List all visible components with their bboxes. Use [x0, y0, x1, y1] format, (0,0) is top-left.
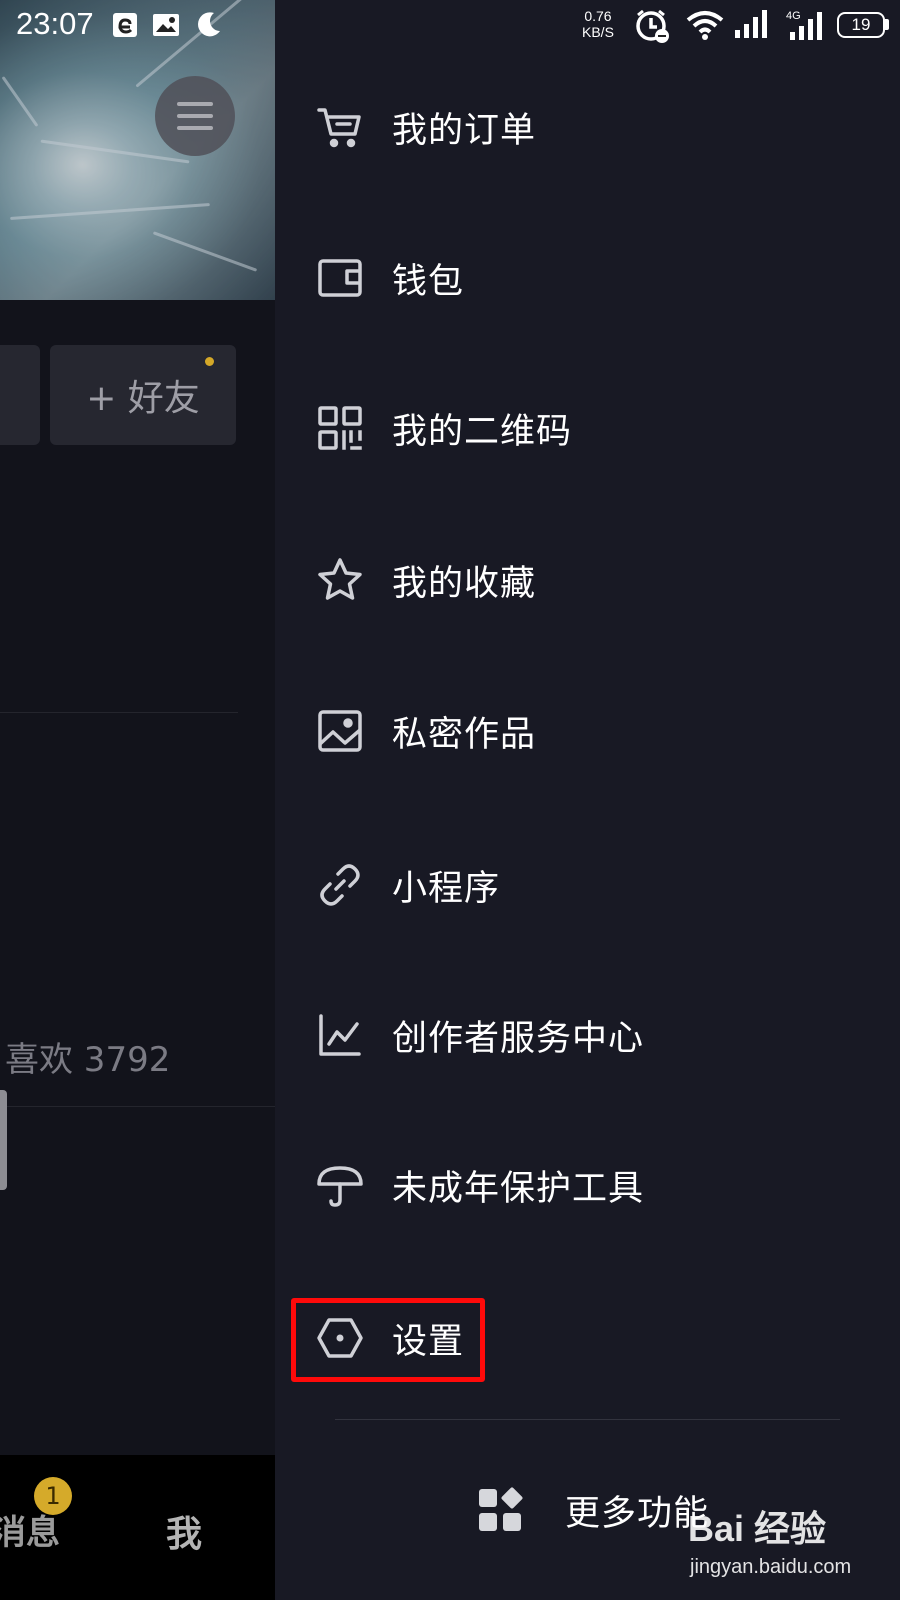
- side-drawer-menu: 我的订单 钱包 我的二维码 我的收藏 私密作品 小程序 创作者服务中心 未成年保…: [275, 0, 900, 1600]
- messages-badge: 1: [34, 1477, 72, 1515]
- divider: [0, 1106, 275, 1107]
- line-chart-icon: [315, 1010, 365, 1060]
- menu-button[interactable]: [155, 76, 235, 156]
- status-time: 23:07: [16, 6, 94, 41]
- battery-tip: [885, 19, 889, 30]
- menu-item-label: 私密作品: [392, 714, 537, 755]
- menu-item-label: 未成年保护工具: [392, 1168, 645, 1209]
- svg-text:4G: 4G: [786, 10, 801, 22]
- more-features-button[interactable]: 更多功能: [475, 1470, 709, 1550]
- moon-icon: [198, 12, 220, 37]
- wallet-icon: [315, 253, 365, 303]
- signal-4g-icon: 4G: [786, 10, 822, 40]
- star-icon: [315, 555, 365, 605]
- notification-dot: [205, 357, 214, 366]
- menu-item-creator-center[interactable]: 创作者服务中心: [315, 985, 855, 1085]
- menu-item-label: 我的二维码: [392, 411, 573, 452]
- umbrella-icon: [315, 1160, 365, 1210]
- private-image-icon: [315, 706, 365, 756]
- settings-highlight-box: [291, 1298, 485, 1382]
- shopping-cart-icon: [315, 102, 365, 152]
- edit-profile-button[interactable]: [0, 345, 40, 445]
- signal-icon: [735, 10, 767, 38]
- menu-item-minor-protection[interactable]: 未成年保护工具: [315, 1135, 855, 1235]
- photo-notification-icon: [153, 14, 179, 36]
- network-speed: 0.76 KB/S: [582, 8, 614, 40]
- menu-item-mini-programs[interactable]: 小程序: [315, 835, 855, 935]
- menu-item-label: 钱包: [392, 261, 465, 302]
- menu-item-label: 我的订单: [392, 110, 537, 151]
- profile-page-background: + 好友 喜欢 3792 消息 1 我: [0, 0, 275, 1600]
- qr-code-icon: [315, 403, 365, 453]
- alarm-icon: [636, 9, 669, 43]
- menu-item-orders[interactable]: 我的订单: [315, 77, 855, 177]
- likes-tab[interactable]: 喜欢 3792: [5, 1032, 170, 1081]
- add-friend-button[interactable]: + 好友: [50, 345, 236, 445]
- add-friend-label: + 好友: [86, 378, 200, 419]
- battery-level: 19: [851, 15, 871, 34]
- menu-item-wallet[interactable]: 钱包: [315, 228, 855, 328]
- e-app-icon: [113, 13, 137, 37]
- divider: [0, 712, 238, 713]
- apps-grid-icon: [475, 1485, 525, 1535]
- watermark-url: jingyan.baidu.com: [690, 1556, 852, 1578]
- menu-item-label: 我的收藏: [392, 563, 537, 604]
- menu-item-label: 小程序: [392, 868, 501, 909]
- watermark-logo: Bai 经验: [688, 1508, 827, 1549]
- wifi-icon: [686, 11, 724, 40]
- divider: [335, 1419, 840, 1420]
- nav-me-tab[interactable]: 我: [166, 1505, 202, 1557]
- scroll-handle[interactable]: [0, 1090, 7, 1190]
- link-icon: [315, 860, 365, 910]
- menu-item-private-works[interactable]: 私密作品: [315, 681, 855, 781]
- status-bar: 23:07 0.76 KB/S 4G 19: [0, 0, 900, 50]
- menu-item-label: 创作者服务中心: [392, 1018, 645, 1059]
- baidu-jingyan-watermark: Bai 经验 jingyan.baidu.com: [688, 1500, 898, 1595]
- menu-item-qr-code[interactable]: 我的二维码: [315, 378, 855, 478]
- menu-item-favorites[interactable]: 我的收藏: [315, 530, 855, 630]
- battery-icon: 19: [837, 12, 885, 38]
